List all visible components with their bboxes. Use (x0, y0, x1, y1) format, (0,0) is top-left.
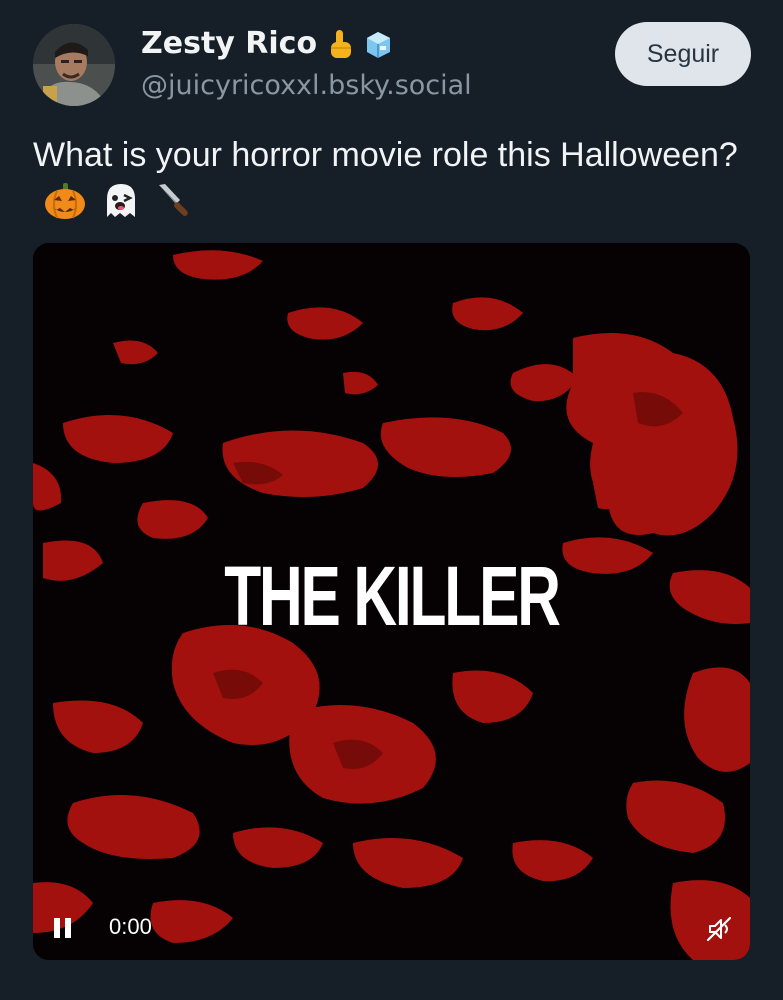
post-text-content: What is your horror movie role this Hall… (33, 136, 738, 174)
post-text: What is your horror movie role this Hall… (33, 133, 753, 221)
video-time: 0:00 (109, 914, 152, 939)
pause-icon[interactable] (51, 915, 75, 941)
post-header: Zesty Rico @juicyricoxxl.bsky.social Seg… (33, 22, 753, 112)
follow-button[interactable]: Seguir (615, 22, 751, 86)
muted-speaker-icon[interactable] (705, 915, 733, 943)
knife-emoji (159, 184, 188, 217)
author-handle[interactable]: @juicyricoxxl.bsky.social (141, 70, 472, 101)
ice-cube-emoji (367, 31, 391, 58)
video-player[interactable]: THE KILLER 0:00 (33, 243, 750, 960)
video-title-overlay: THE KILLER (224, 549, 561, 643)
post-emojis (43, 181, 195, 221)
ghost-emoji (107, 184, 135, 218)
author-display-name[interactable]: Zesty Rico (141, 26, 393, 61)
pointing-hand-emoji (331, 29, 352, 58)
jack-o-lantern-emoji (45, 183, 85, 220)
avatar[interactable] (33, 24, 115, 106)
